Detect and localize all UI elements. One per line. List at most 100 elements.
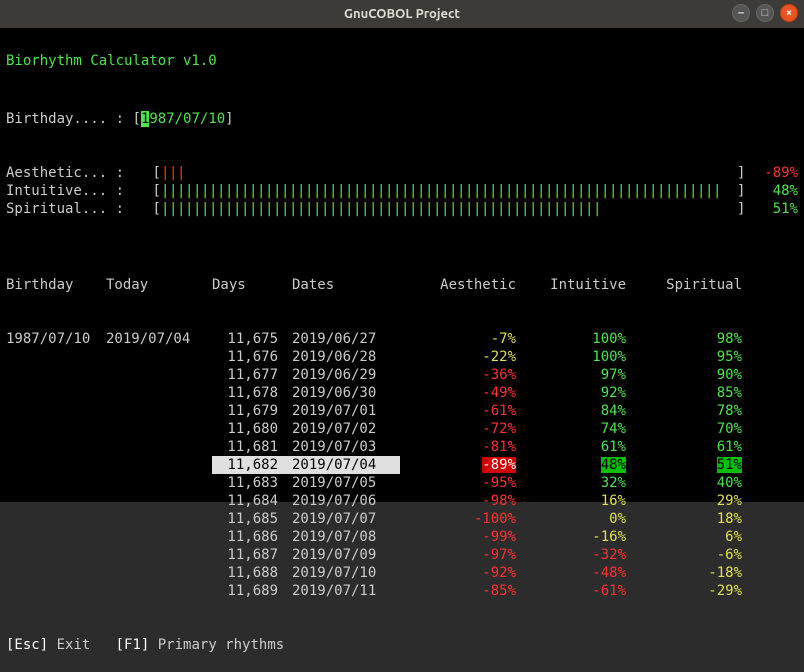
cell-aesthetic: -100% — [400, 510, 530, 528]
cell-date: 2019/07/05 — [292, 474, 400, 492]
cell-today: 2019/07/04 — [106, 330, 212, 348]
bar-1: Intuitive... : [||||||||||||||||||||||||… — [6, 182, 798, 200]
table-row[interactable]: 1987/07/102019/07/0411,6752019/06/27-7%1… — [6, 330, 798, 348]
table-row[interactable]: 11,6812019/07/03-81%61%61% — [6, 438, 798, 456]
cell-date: 2019/07/01 — [292, 402, 400, 420]
cell-intuitive: 97% — [530, 366, 640, 384]
cell-birthday — [6, 402, 106, 420]
esc-key-hint[interactable]: [Esc] — [6, 637, 48, 653]
cell-birthday — [6, 582, 106, 600]
cell-aesthetic: -7% — [400, 330, 530, 348]
col-aesthetic: Aesthetic — [400, 276, 530, 294]
cell-days: 11,675 — [212, 330, 292, 348]
cell-days: 11,680 — [212, 420, 292, 438]
cell-days: 11,683 — [212, 474, 292, 492]
bar-pct: 48% — [745, 182, 798, 200]
terminal[interactable]: Biorhythm Calculator v1.0 Birthday.... :… — [0, 28, 804, 502]
table-row[interactable]: 11,6782019/06/30-49%92%85% — [6, 384, 798, 402]
table-row[interactable]: 11,6802019/07/02-72%74%70% — [6, 420, 798, 438]
table-header-row: Birthday Today Days Dates Aesthetic Intu… — [6, 276, 798, 294]
cell-aesthetic: -22% — [400, 348, 530, 366]
cell-days: 11,678 — [212, 384, 292, 402]
cell-spiritual: -29% — [640, 582, 742, 600]
cell-today — [106, 510, 212, 528]
table-row[interactable]: 11,6872019/07/09-97%-32%-6% — [6, 546, 798, 564]
bar-0: Aesthetic... : [||| ]-89% — [6, 164, 798, 182]
cell-spiritual: -18% — [640, 564, 742, 582]
cell-date: 2019/06/29 — [292, 366, 400, 384]
table-row[interactable]: 11,6762019/06/28-22%100%95% — [6, 348, 798, 366]
cell-today — [106, 384, 212, 402]
cell-spiritual: 90% — [640, 366, 742, 384]
bar-gauge: ||||||||||||||||||||||||||||||||||||||||… — [161, 182, 737, 200]
cell-today — [106, 474, 212, 492]
cell-spiritual: 29% — [640, 492, 742, 510]
table-row[interactable]: 11,6832019/07/05-95%32%40% — [6, 474, 798, 492]
cell-date: 2019/07/08 — [292, 528, 400, 546]
table-row[interactable]: 11,6842019/07/06-98%16%29% — [6, 492, 798, 510]
cell-today — [106, 366, 212, 384]
cell-today — [106, 546, 212, 564]
cell-aesthetic: -95% — [400, 474, 530, 492]
cell-aesthetic: -72% — [400, 420, 530, 438]
cell-aesthetic: -81% — [400, 438, 530, 456]
bar-label: Spiritual... : — [6, 200, 153, 218]
minimize-button[interactable]: – — [732, 4, 750, 22]
cell-spiritual: 18% — [640, 510, 742, 528]
cell-days: 11,682 — [212, 456, 292, 474]
cell-intuitive: 92% — [530, 384, 640, 402]
cell-spiritual: -6% — [640, 546, 742, 564]
cell-today — [106, 582, 212, 600]
cell-intuitive: 16% — [530, 492, 640, 510]
cell-birthday — [6, 564, 106, 582]
cell-spiritual: 78% — [640, 402, 742, 420]
close-button[interactable]: × — [780, 4, 798, 22]
cell-days: 11,688 — [212, 564, 292, 582]
table-row[interactable]: 11,6772019/06/29-36%97%90% — [6, 366, 798, 384]
cell-aesthetic: -89% — [400, 456, 530, 474]
table-row[interactable]: 11,6882019/07/10-92%-48%-18% — [6, 564, 798, 582]
cell-aesthetic: -85% — [400, 582, 530, 600]
esc-label: Exit — [48, 637, 115, 653]
cell-intuitive: -16% — [530, 528, 640, 546]
f1-label: Primary rhythms — [149, 637, 284, 653]
cell-aesthetic: -61% — [400, 402, 530, 420]
table-row[interactable]: 11,6822019/07/04-89%48%51% — [6, 456, 798, 474]
f1-key-hint[interactable]: [F1] — [116, 637, 150, 653]
cell-date: 2019/07/09 — [292, 546, 400, 564]
cell-birthday — [6, 546, 106, 564]
cell-birthday — [6, 366, 106, 384]
bracket-open: [ — [153, 200, 161, 218]
cell-today — [106, 456, 212, 474]
col-birthday: Birthday — [6, 276, 106, 294]
bar-gauge: ||||||||||||||||||||||||||||||||||||||||… — [161, 200, 737, 218]
table-row[interactable]: 11,6862019/07/08-99%-16%6% — [6, 528, 798, 546]
cell-spiritual: 51% — [640, 456, 742, 474]
cell-days: 11,687 — [212, 546, 292, 564]
bracket-open: [ — [153, 182, 161, 200]
col-days: Days — [212, 276, 292, 294]
cell-date: 2019/07/11 — [292, 582, 400, 600]
cell-date: 2019/06/27 — [292, 330, 400, 348]
cell-birthday — [6, 438, 106, 456]
cell-today — [106, 438, 212, 456]
cell-spiritual: 61% — [640, 438, 742, 456]
cell-date: 2019/07/07 — [292, 510, 400, 528]
table-row[interactable]: 11,6792019/07/01-61%84%78% — [6, 402, 798, 420]
col-spiritual: Spiritual — [640, 276, 742, 294]
cell-aesthetic: -92% — [400, 564, 530, 582]
cell-intuitive: 100% — [530, 348, 640, 366]
cell-spiritual: 6% — [640, 528, 742, 546]
cell-birthday — [6, 384, 106, 402]
bar-label: Intuitive... : — [6, 182, 153, 200]
table-row[interactable]: 11,6852019/07/07-100%0%18% — [6, 510, 798, 528]
maximize-button[interactable]: □ — [756, 4, 774, 22]
cell-date: 2019/06/28 — [292, 348, 400, 366]
birthday-input-value[interactable]: 987/07/10 — [149, 111, 225, 127]
cell-today — [106, 420, 212, 438]
cell-spiritual: 85% — [640, 384, 742, 402]
table-row[interactable]: 11,6892019/07/11-85%-61%-29% — [6, 582, 798, 600]
cell-birthday: 1987/07/10 — [6, 330, 106, 348]
cell-days: 11,686 — [212, 528, 292, 546]
bracket-close: ] — [225, 111, 233, 127]
